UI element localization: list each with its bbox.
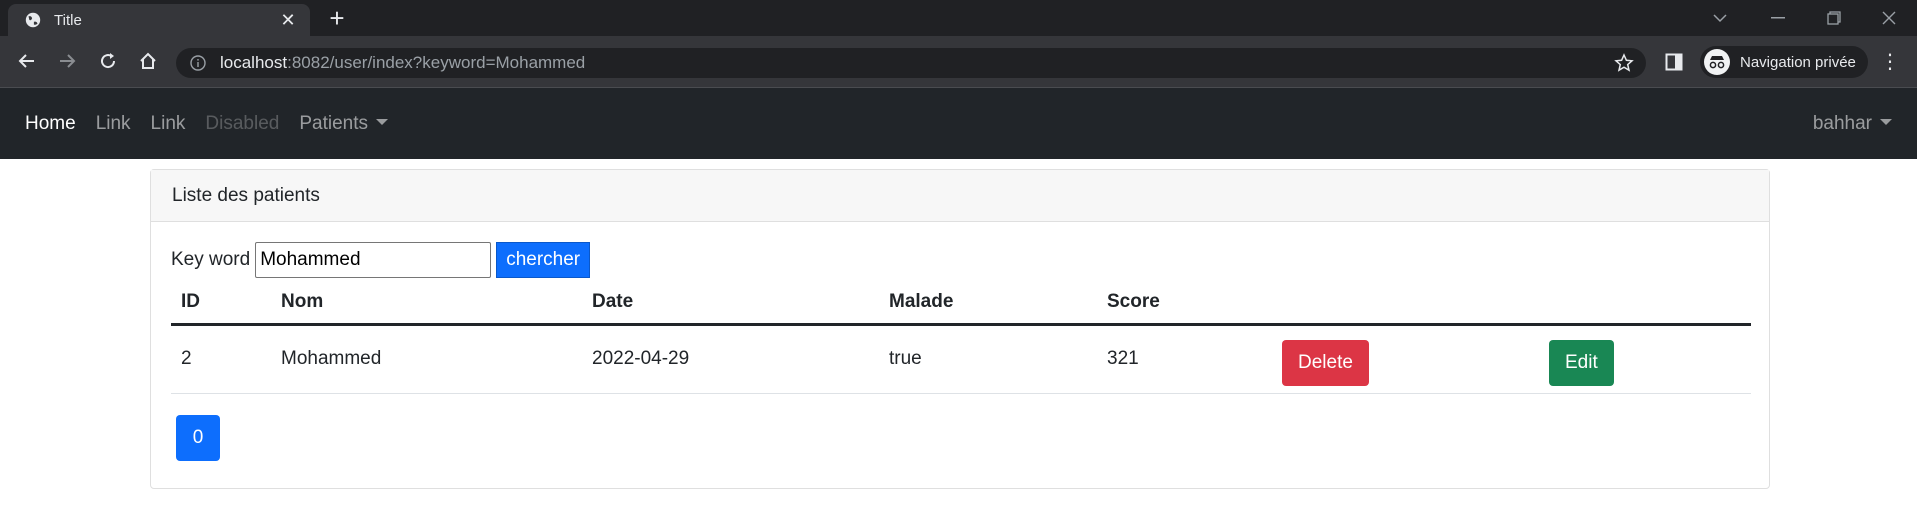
globe-icon <box>25 12 41 28</box>
chevron-down-icon <box>376 119 388 126</box>
user-dropdown[interactable]: bahhar <box>1813 113 1892 135</box>
minimize-icon[interactable] <box>1750 0 1806 36</box>
cell-nom: Mohammed <box>271 324 582 394</box>
col-delete <box>1272 282 1539 326</box>
tab-title: Title <box>54 11 82 29</box>
browser-toolbar: localhost:8082/user/index?keyword=Mohamm… <box>0 36 1917 88</box>
table-header-row: ID Nom Date Malade Score <box>171 282 1751 326</box>
edit-button[interactable]: Edit <box>1549 339 1614 386</box>
browser-tabstrip: Title ✕ + <box>0 0 1917 36</box>
incognito-badge[interactable]: Navigation privée <box>1700 46 1868 78</box>
nav-disabled: Disabled <box>205 112 280 134</box>
pagination: 0 <box>176 414 1749 461</box>
card-header: Liste des patients <box>151 170 1769 222</box>
card-body: Key word chercher ID Nom Date Malade Sco… <box>151 222 1769 481</box>
table-row: 2 Mohammed 2022-04-29 true 321 Delete Ed… <box>171 324 1751 394</box>
cell-malade: true <box>879 324 1097 394</box>
cell-score: 321 <box>1097 324 1272 394</box>
page-button-0[interactable]: 0 <box>176 414 220 461</box>
nav-link-2[interactable]: Link <box>151 113 186 135</box>
col-date: Date <box>582 282 879 326</box>
search-form: Key word chercher <box>171 242 1749 278</box>
tab-close-icon[interactable]: ✕ <box>278 10 298 30</box>
search-label: Key word <box>171 249 251 270</box>
cell-id: 2 <box>171 324 271 394</box>
chevron-down-icon <box>1880 119 1892 126</box>
keyword-input[interactable] <box>255 242 492 278</box>
bookmark-star-icon[interactable] <box>1614 53 1634 73</box>
forward-icon[interactable] <box>52 46 82 76</box>
app-navbar: Home Link Link Disabled Patients bahhar <box>0 88 1917 159</box>
delete-button[interactable]: Delete <box>1282 339 1369 386</box>
browser-tab[interactable]: Title ✕ <box>8 4 310 36</box>
tab-search-icon[interactable] <box>1692 0 1748 36</box>
browser-menu-icon[interactable]: ⋮ <box>1880 50 1900 74</box>
address-bar[interactable]: localhost:8082/user/index?keyword=Mohamm… <box>176 48 1646 78</box>
cell-date: 2022-04-29 <box>582 324 879 394</box>
nav-home[interactable]: Home <box>25 113 76 135</box>
cell-delete: Delete <box>1272 324 1539 394</box>
side-panel-icon[interactable] <box>1665 53 1683 71</box>
nav-link-1[interactable]: Link <box>96 113 131 135</box>
patients-card: Liste des patients Key word chercher ID … <box>150 169 1770 489</box>
patients-table: ID Nom Date Malade Score 2 Mohammed 2022… <box>171 282 1751 394</box>
info-icon[interactable] <box>190 55 206 71</box>
incognito-label: Navigation privée <box>1740 53 1856 71</box>
reload-icon[interactable] <box>93 46 123 76</box>
col-malade: Malade <box>879 282 1097 326</box>
back-icon[interactable] <box>12 46 42 76</box>
col-edit <box>1539 282 1751 326</box>
col-score: Score <box>1097 282 1272 326</box>
col-nom: Nom <box>271 282 582 326</box>
close-window-icon[interactable] <box>1861 0 1917 36</box>
col-id: ID <box>171 282 271 326</box>
incognito-icon <box>1704 49 1730 75</box>
cell-edit: Edit <box>1539 324 1751 394</box>
nav-patients-dropdown[interactable]: Patients <box>299 113 388 135</box>
url-text[interactable]: localhost:8082/user/index?keyword=Mohamm… <box>220 53 1614 73</box>
search-button[interactable]: chercher <box>496 242 591 278</box>
home-icon[interactable] <box>133 46 163 76</box>
restore-icon[interactable] <box>1806 0 1862 36</box>
new-tab-button[interactable]: + <box>324 5 350 32</box>
